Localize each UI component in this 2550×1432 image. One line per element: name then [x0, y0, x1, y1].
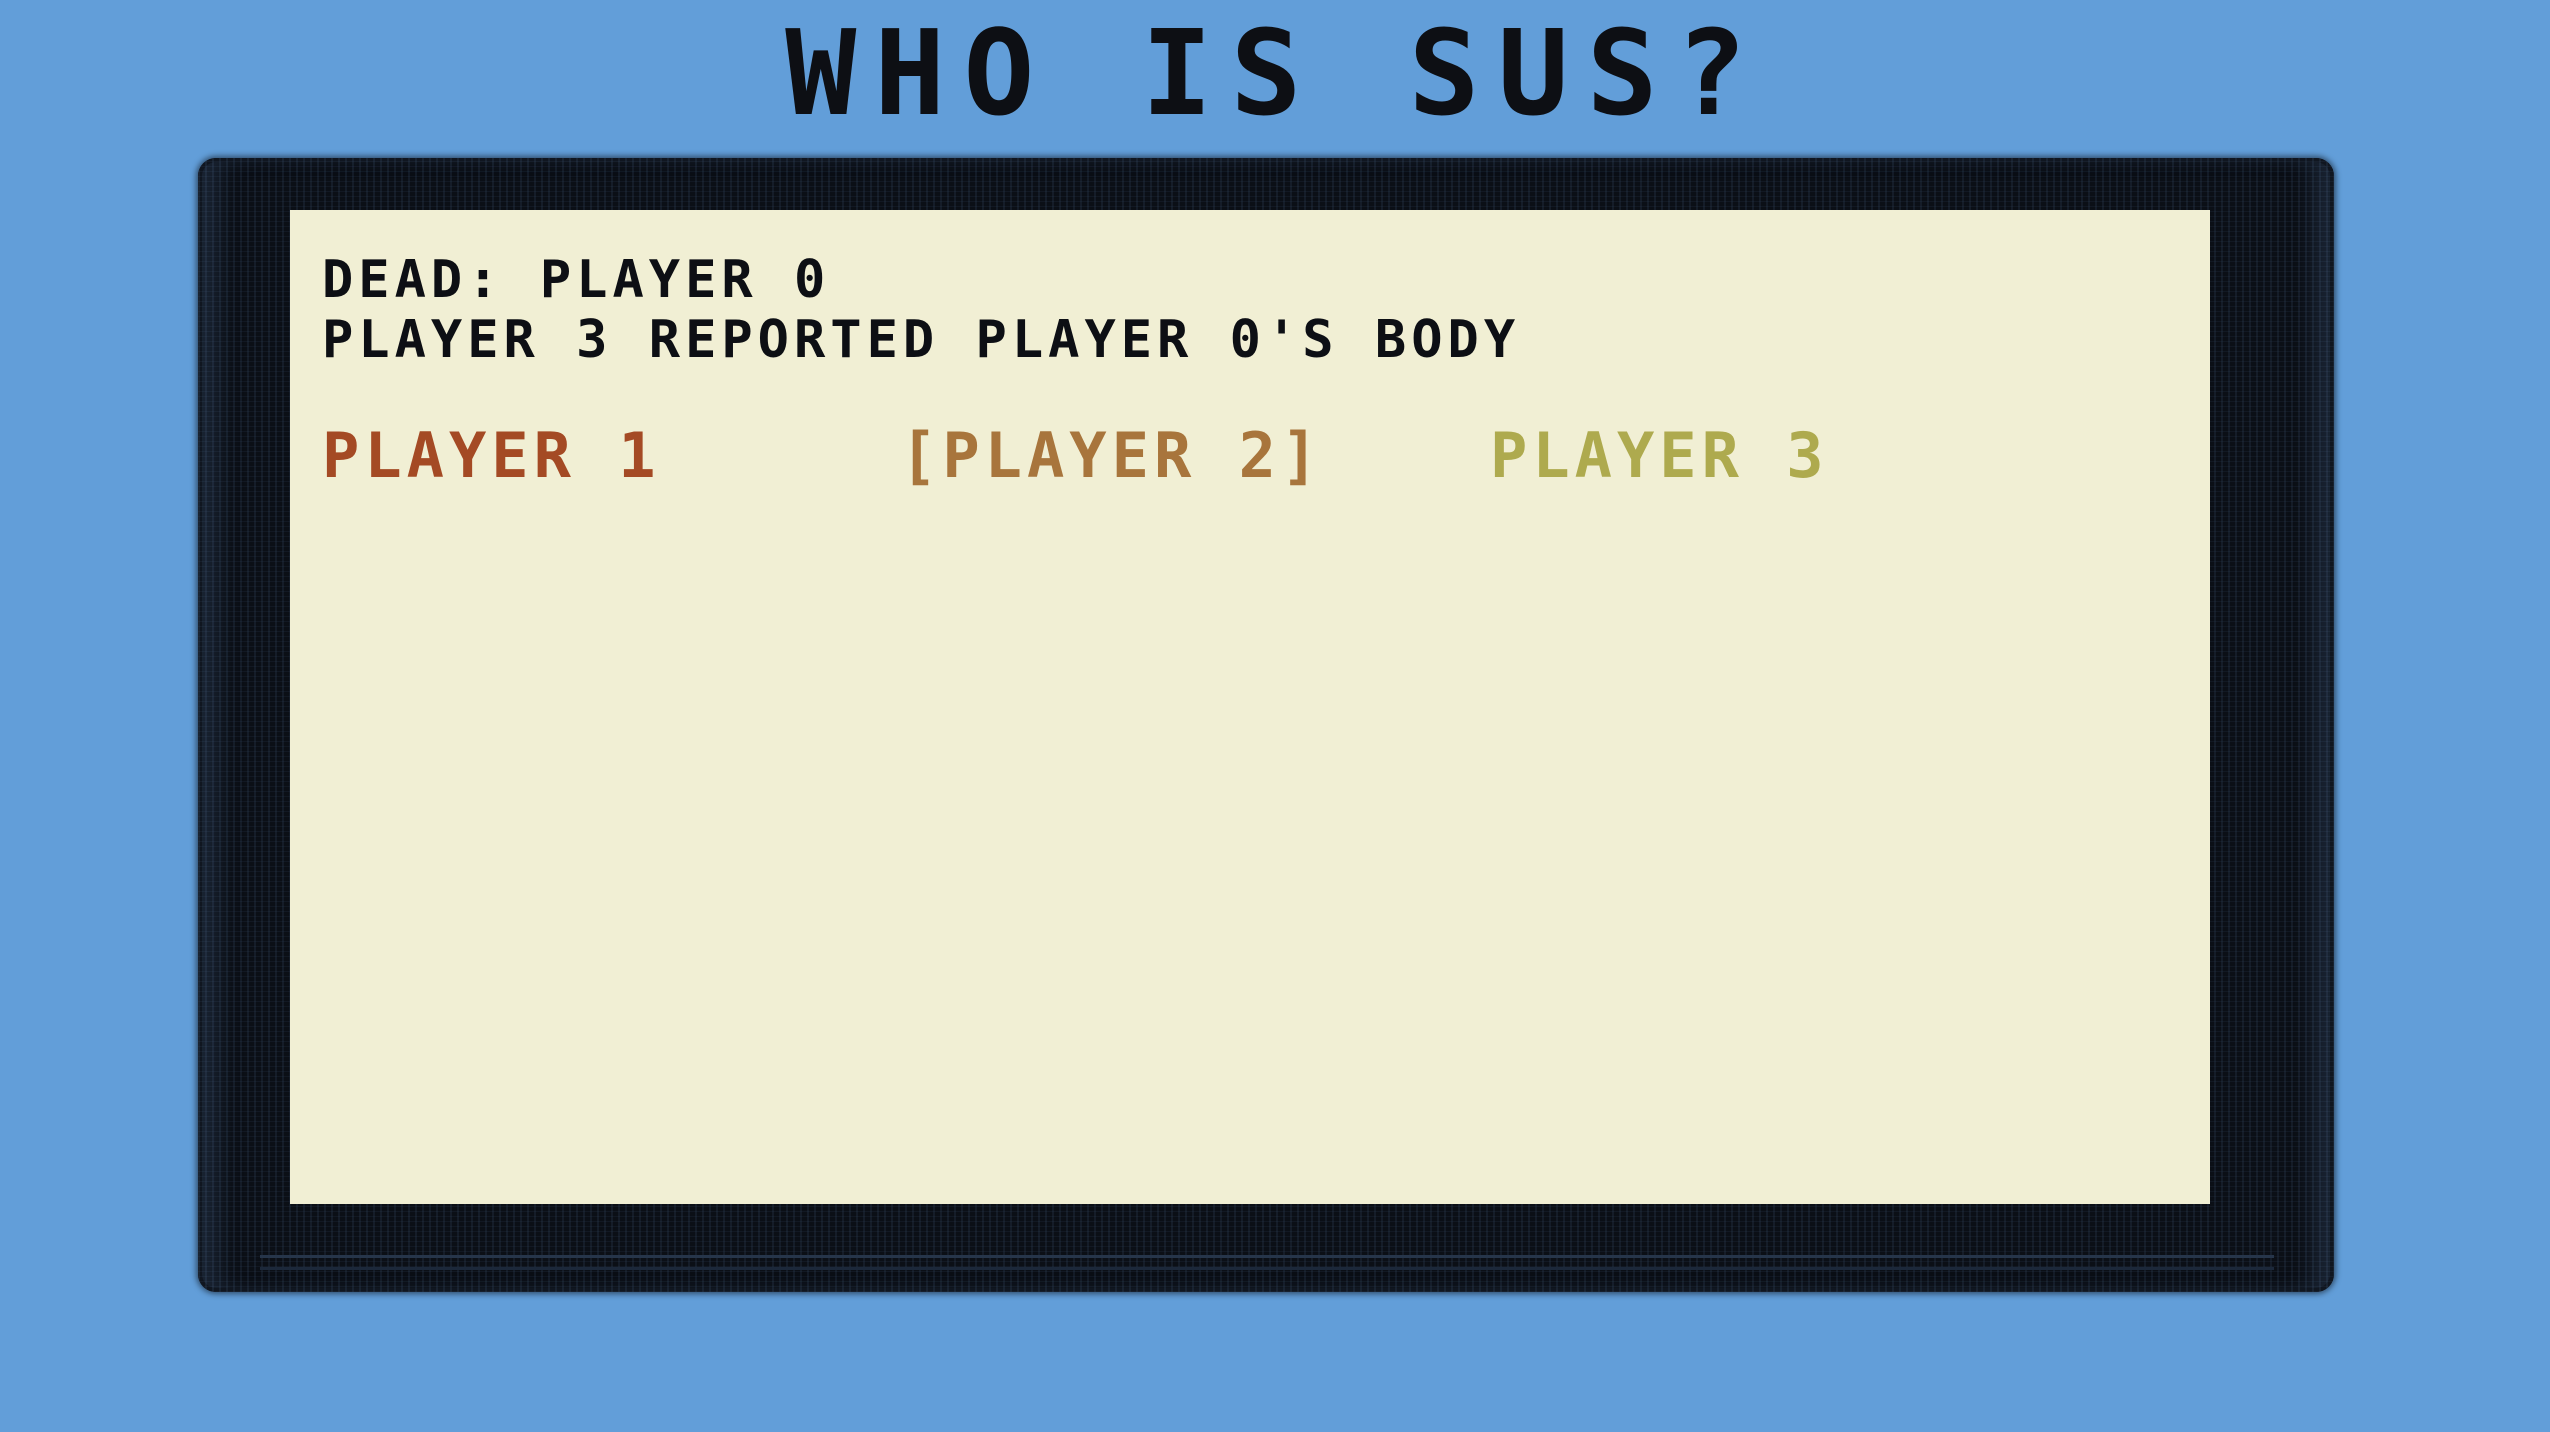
game-title: WHO IS SUS?	[785, 4, 1765, 142]
frame-ledge	[260, 1255, 2274, 1258]
monitor-frame: DEAD: PLAYER 0 PLAYER 3 REPORTED PLAYER …	[198, 158, 2334, 1292]
vote-option-player-3[interactable]: PLAYER 3	[1490, 418, 1829, 494]
vote-option-player-2-selected[interactable]: [PLAYER 2]	[900, 418, 1323, 494]
report-text: PLAYER 3 REPORTED PLAYER 0'S BODY	[322, 310, 1521, 370]
frame-ledge-lower	[260, 1267, 2274, 1270]
meeting-screen: DEAD: PLAYER 0 PLAYER 3 REPORTED PLAYER …	[290, 210, 2210, 1204]
vote-option-player-1[interactable]: PLAYER 1	[322, 418, 661, 494]
dead-player-text: DEAD: PLAYER 0	[322, 250, 831, 310]
